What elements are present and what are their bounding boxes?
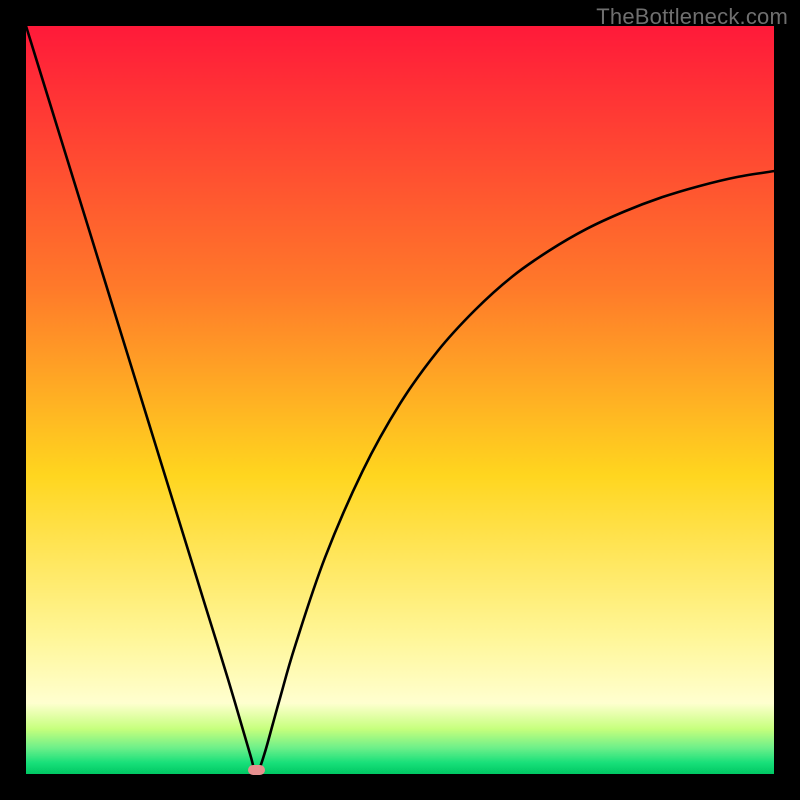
watermark-text: TheBottleneck.com — [596, 4, 788, 30]
optimal-point-marker — [248, 765, 264, 775]
bottleneck-curve — [26, 26, 774, 773]
chart-curve-svg — [26, 26, 774, 774]
chart-frame — [26, 26, 774, 774]
